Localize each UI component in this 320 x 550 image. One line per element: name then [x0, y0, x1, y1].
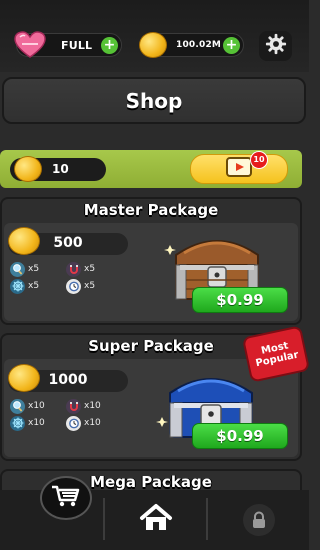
booster-qty: x10 — [28, 418, 45, 428]
lock-icon — [242, 504, 275, 536]
coin-icon — [14, 156, 42, 182]
booster-qty: x5 — [28, 281, 40, 291]
booster-item: x10 — [10, 398, 45, 414]
coin-icon — [139, 32, 167, 58]
cart-icon — [51, 484, 81, 512]
booster-item: x5 — [10, 261, 39, 277]
coins-pill[interactable]: 100.02M + — [139, 32, 244, 58]
booster-qty: x10 — [84, 401, 101, 411]
page-title: Shop — [125, 88, 183, 113]
booster-item: x5 — [66, 278, 95, 294]
shop-header: Shop — [2, 77, 306, 124]
gear-icon — [265, 33, 287, 59]
compass-wheel-icon — [10, 278, 25, 294]
booster-qty: x5 — [84, 281, 96, 291]
buy-master-package-button[interactable]: $0.99 — [192, 287, 288, 313]
package-title: Master Package — [83, 201, 219, 219]
booster-qty: x10 — [84, 418, 101, 428]
booster-item: x10 — [66, 398, 101, 414]
booster-qty: x5 — [84, 264, 96, 274]
video-count-badge: 10 — [250, 151, 268, 169]
magnet-icon — [66, 261, 81, 277]
buy-super-package-button[interactable]: $0.99 — [192, 423, 288, 449]
nav-shop-button[interactable] — [40, 476, 92, 520]
booster-item: x5 — [66, 261, 95, 277]
nav-home-button[interactable] — [105, 490, 206, 550]
master-package-card[interactable]: Master Package 500 x5 x5 x5 x5 $0.99 — [0, 197, 302, 325]
booster-qty: x5 — [28, 264, 40, 274]
lives-label: FULL — [61, 39, 93, 52]
heart-icon — [13, 31, 47, 63]
coin-icon — [8, 364, 40, 392]
nav-locked-button[interactable] — [208, 490, 309, 550]
free-coins-amount: 10 — [52, 162, 69, 176]
lives-pill[interactable]: FULL + — [14, 31, 122, 58]
settings-button[interactable] — [259, 31, 292, 61]
booster-item: x10 — [10, 415, 45, 431]
booster-item: x5 — [10, 278, 39, 294]
magnifier-icon — [10, 261, 25, 277]
stopwatch-icon — [66, 415, 81, 431]
booster-qty: x10 — [28, 401, 45, 411]
add-coins-button[interactable]: + — [223, 37, 240, 54]
video-icon — [226, 157, 252, 181]
magnet-icon — [66, 398, 81, 414]
free-coins-counter: 10 — [10, 156, 106, 182]
compass-wheel-icon — [10, 415, 25, 431]
watch-video-button[interactable] — [190, 154, 288, 184]
coins-label: 100.02M — [176, 40, 222, 50]
stopwatch-icon — [66, 278, 81, 294]
magnifier-icon — [10, 398, 25, 414]
add-lives-button[interactable]: + — [101, 37, 118, 54]
home-icon — [139, 503, 173, 537]
booster-item: x10 — [66, 415, 101, 431]
coin-icon — [8, 227, 40, 255]
